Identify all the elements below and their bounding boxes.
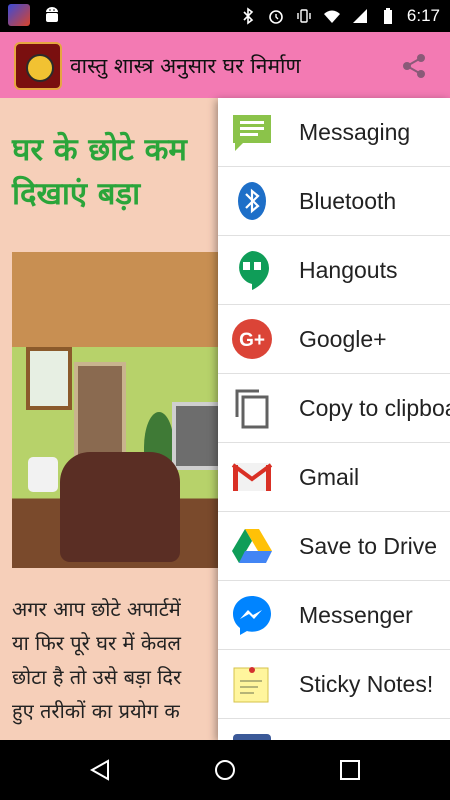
share-item-sticky-notes[interactable]: Sticky Notes! [218, 650, 450, 719]
share-icon[interactable] [400, 52, 428, 80]
share-item-label: Gmail [299, 463, 360, 490]
share-item-label: Sticky Notes! [299, 670, 434, 697]
recents-icon[interactable] [338, 758, 362, 782]
nav-bar [0, 740, 450, 800]
android-icon [46, 7, 58, 22]
share-item-messaging[interactable]: Messaging [218, 98, 450, 167]
vibrate-icon [297, 9, 311, 23]
share-item-bluetooth[interactable]: Bluetooth [218, 167, 450, 236]
app-bar: वास्तु शास्त्र अनुसार घर निर्माण [0, 32, 450, 98]
share-sheet: Messaging Bluetooth Hangouts G+ Google+ … [218, 98, 450, 740]
share-item-copy-clipboard[interactable]: Copy to clipboa [218, 374, 450, 443]
drive-icon [231, 525, 273, 567]
wifi-icon [323, 10, 340, 23]
back-icon[interactable] [88, 758, 112, 782]
share-item-label: Copy to clipboa [299, 394, 450, 421]
share-item-messenger[interactable]: Messenger [218, 581, 450, 650]
svg-text:G+: G+ [239, 330, 265, 351]
share-item-gmail[interactable]: Gmail [218, 443, 450, 512]
messaging-icon [231, 111, 273, 153]
facebook-icon [231, 732, 273, 740]
app-logo [14, 42, 62, 90]
share-item-label: Hangouts [299, 256, 398, 283]
toilet-graphic [28, 457, 58, 492]
share-item-hangouts[interactable]: Hangouts [218, 236, 450, 305]
window-graphic [26, 347, 72, 410]
app-notification-icon [8, 4, 30, 26]
share-item-label: Messaging [299, 118, 411, 145]
alarm-icon [269, 10, 283, 24]
home-icon[interactable] [213, 758, 237, 782]
messenger-icon [231, 594, 273, 636]
share-item-google-plus[interactable]: G+ Google+ [218, 305, 450, 374]
app-title: वास्तु शास्त्र अनुसार घर निर्माण [70, 54, 301, 78]
share-item-label: Bluetooth [299, 187, 397, 214]
gmail-icon [231, 456, 273, 498]
hangouts-icon [231, 249, 273, 291]
article-image [12, 252, 252, 568]
google-plus-icon: G+ [231, 318, 273, 360]
bluetooth-icon [231, 180, 273, 222]
share-item-label: Google+ [299, 325, 387, 352]
share-item-drive[interactable]: Save to Drive [218, 512, 450, 581]
recliner-graphic [60, 452, 180, 562]
share-item-partial[interactable] [218, 719, 450, 740]
share-item-label: Save to Drive [299, 532, 438, 559]
battery-icon [383, 8, 392, 24]
copy-icon [231, 387, 273, 429]
clock: 6:17 [406, 6, 440, 25]
status-bar: 6:17 [0, 0, 450, 32]
signal-icon [352, 9, 367, 23]
share-item-label: Messenger [299, 601, 413, 628]
bluetooth-icon [243, 7, 254, 25]
sticky-notes-icon [231, 663, 273, 705]
